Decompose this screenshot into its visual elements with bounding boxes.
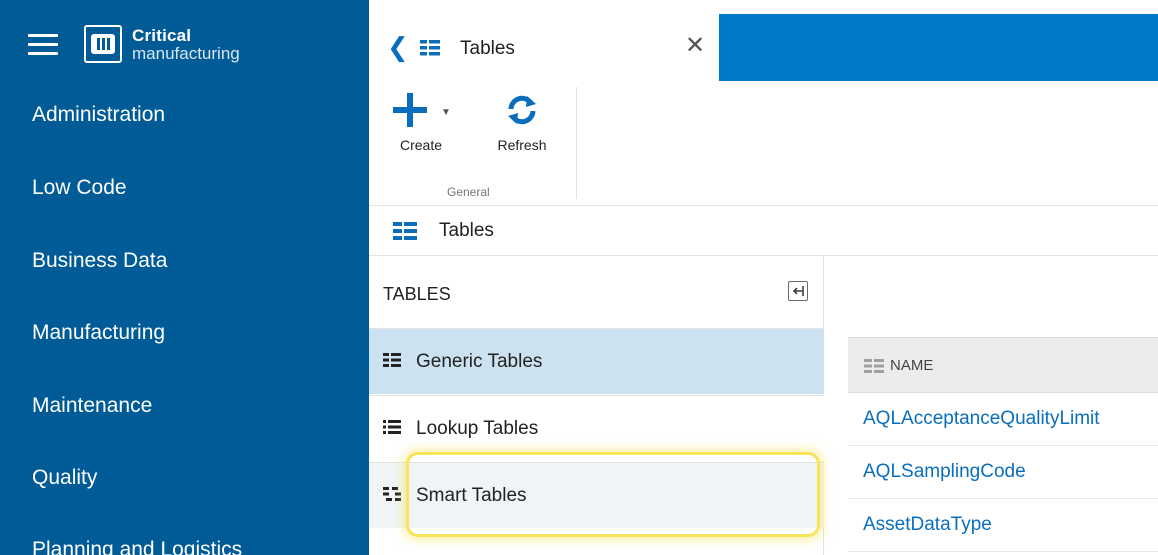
table-row-link[interactable]: AQLAcceptanceQualityLimit (863, 408, 1100, 430)
create-label: Create (400, 137, 443, 153)
table-row[interactable]: AssetDataType (848, 499, 1158, 552)
breadcrumb: Tables (369, 206, 1158, 256)
list-item-label: Generic Tables (416, 351, 543, 372)
table-row-link[interactable]: AssetDataType (863, 514, 992, 536)
refresh-icon (505, 93, 539, 127)
table-row[interactable]: AQLSamplingCode (848, 446, 1158, 499)
sidebar-item-planning-and-logistics[interactable]: Planning and Logistics (32, 538, 242, 555)
logo-line1: Critical (132, 25, 192, 45)
column-icon (864, 359, 884, 378)
refresh-label: Refresh (497, 137, 547, 153)
list-item-label: Lookup Tables (416, 418, 539, 439)
table-row[interactable]: AQLAcceptanceQualityLimit (848, 393, 1158, 446)
sidebar-item-administration[interactable]: Administration (32, 103, 165, 127)
logo-line2: manufacturing (132, 43, 240, 63)
close-icon[interactable]: ✕ (685, 34, 705, 58)
toolbar-group-label: General (447, 185, 490, 199)
sidebar-item-business-data[interactable]: Business Data (32, 249, 167, 273)
hamburger-icon[interactable] (28, 34, 58, 56)
tab-tables[interactable]: ❮ Tables ✕ (369, 14, 719, 81)
sidebar-item-quality[interactable]: Quality (32, 466, 97, 490)
sidebar-item-manufacturing[interactable]: Manufacturing (32, 321, 165, 345)
logo-text: Critical manufacturing (132, 27, 240, 62)
list-item-label: Smart Tables (416, 485, 527, 506)
lookup-tables-icon (383, 420, 401, 439)
refresh-button[interactable]: Refresh (487, 93, 557, 153)
smart-tables-icon (383, 487, 401, 506)
chevron-down-icon: ▼ (441, 107, 451, 118)
grid-header[interactable]: NAME (848, 337, 1158, 393)
tables-panel: TABLES Generic Tables Lookup Tables Smar… (369, 256, 824, 555)
create-button[interactable]: ▼ Create (393, 93, 453, 153)
breadcrumb-label[interactable]: Tables (439, 220, 494, 242)
logo[interactable]: Critical manufacturing (84, 24, 240, 64)
sidebar-item-low-code[interactable]: Low Code (32, 176, 127, 200)
collapse-panel-icon[interactable] (788, 281, 808, 301)
table-icon (393, 222, 417, 245)
plus-icon (393, 93, 427, 127)
list-item-lookup-tables[interactable]: Lookup Tables (369, 395, 824, 461)
toolbar-divider (576, 87, 577, 199)
panel-title: TABLES (383, 284, 451, 304)
list-item-generic-tables[interactable]: Generic Tables (369, 328, 824, 394)
sidebar: Critical manufacturing Administration Lo… (0, 0, 369, 555)
tab-title: Tables (460, 38, 515, 59)
generic-tables-icon (383, 353, 401, 372)
sidebar-item-maintenance[interactable]: Maintenance (32, 394, 152, 418)
table-icon (420, 40, 440, 61)
table-row-link[interactable]: AQLSamplingCode (863, 461, 1026, 483)
list-item-smart-tables[interactable]: Smart Tables (369, 462, 824, 528)
chevron-left-icon[interactable]: ❮ (387, 34, 409, 60)
column-header-name: NAME (890, 357, 934, 374)
tables-grid: NAME AQLAcceptanceQualityLimit AQLSampli… (848, 337, 1158, 555)
logo-icon (84, 25, 122, 63)
toolbar: ▼ Create Refresh General (369, 81, 1158, 206)
